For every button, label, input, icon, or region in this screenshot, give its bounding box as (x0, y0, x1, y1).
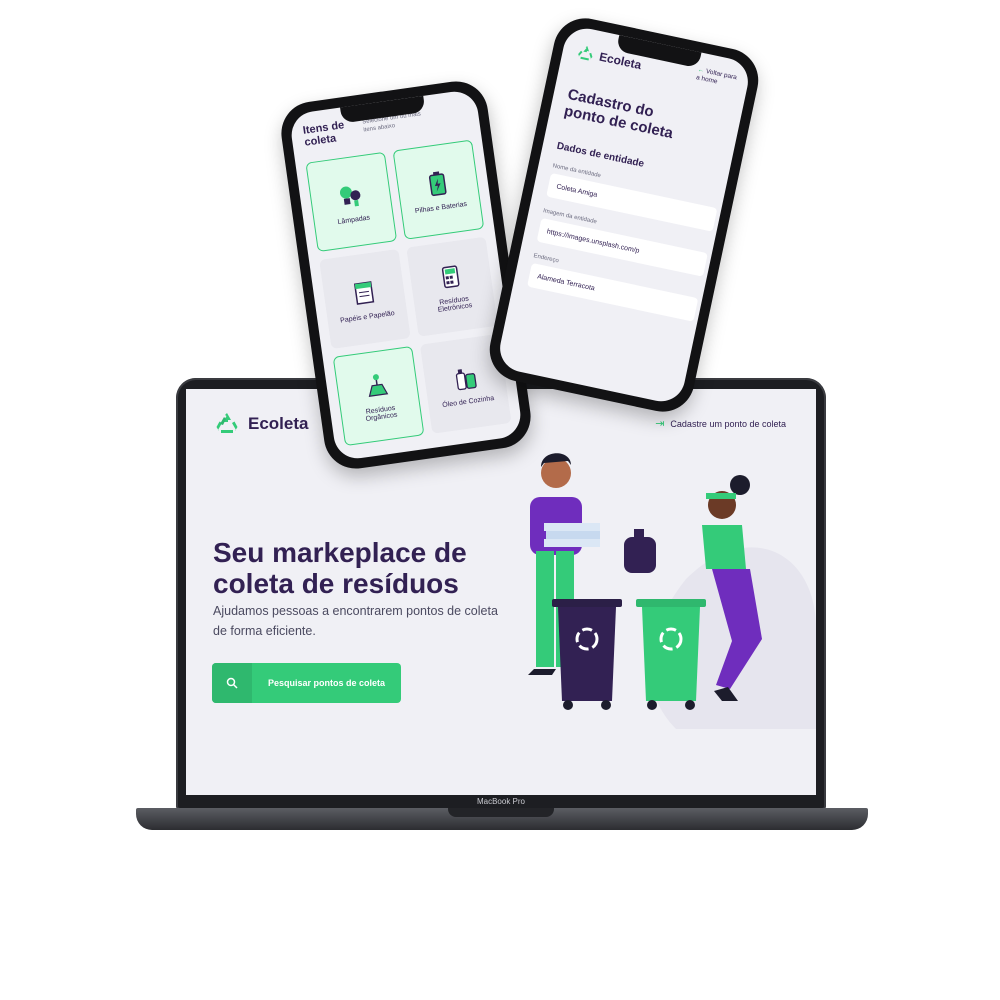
search-points-button[interactable]: Pesquisar pontos de coleta (212, 663, 401, 703)
register-point-label: Cadastre um ponto de coleta (670, 418, 786, 429)
organic-waste-icon (368, 374, 389, 397)
item-card-pilhas[interactable]: Pilhas e Baterias (392, 139, 485, 240)
item-card-papeis[interactable]: Papéis e Papelão (319, 248, 411, 350)
web-logo-text: Ecoleta (248, 414, 309, 433)
item-card-organicos[interactable]: Resíduos Orgânicos (332, 345, 425, 447)
item-label: Pilhas e Baterias (414, 200, 468, 215)
hero-subtitle: Ajudamos pessoas a encontrarem pontos de… (213, 604, 498, 638)
hero-title: Seu markeplace de coleta de resíduos (213, 537, 467, 599)
search-icon (212, 663, 252, 703)
register-form: Cadastro do ponto de coleta Dados de ent… (527, 86, 736, 322)
items-grid: Lâmpadas Pilhas e Baterias Papéis e Pape… (305, 139, 513, 447)
item-card-eletronicos[interactable]: Resíduos Eletrônicos (406, 236, 498, 337)
recycling-people-illustration (528, 453, 816, 729)
laptop-hinge-notch (448, 808, 554, 817)
item-card-lampadas[interactable]: Lâmpadas (305, 151, 398, 253)
item-label: Resíduos Orgânicos (365, 404, 398, 423)
lamp-icon (339, 186, 361, 206)
item-label: Óleo de Cozinha (441, 394, 495, 409)
recycle-logo-icon (216, 413, 238, 433)
arrow-left-icon: ← (697, 66, 705, 75)
battery-icon (428, 170, 447, 196)
item-label: Lâmpadas (337, 213, 371, 226)
paper-icon (353, 280, 375, 305)
item-label: Papéis e Papelão (339, 309, 396, 325)
cooking-oil-icon (455, 368, 477, 390)
form-title: Cadastro do ponto de coleta (562, 85, 675, 143)
phone-left-screen: Itens de coleta Selecione um ou mais ite… (288, 88, 524, 462)
laptop-model-label: MacBook Pro (476, 797, 526, 806)
phone-right-screen: Ecoleta ← Voltar para a home Cadastro do… (495, 24, 753, 406)
phone-register-screen: Ecoleta ← Voltar para a home Cadastro do… (483, 12, 765, 418)
item-label: Resíduos Eletrônicos (437, 295, 473, 314)
web-header: Ecoleta (214, 411, 308, 437)
back-home-link[interactable]: ← Voltar para a home (695, 66, 741, 91)
recycle-logo-icon (578, 46, 593, 61)
search-button-label: Pesquisar pontos de coleta (267, 678, 386, 688)
electronics-icon (441, 265, 460, 289)
laptop-screen: Ecoleta ⇥ Cadastre um ponto de coleta Se… (186, 389, 816, 795)
